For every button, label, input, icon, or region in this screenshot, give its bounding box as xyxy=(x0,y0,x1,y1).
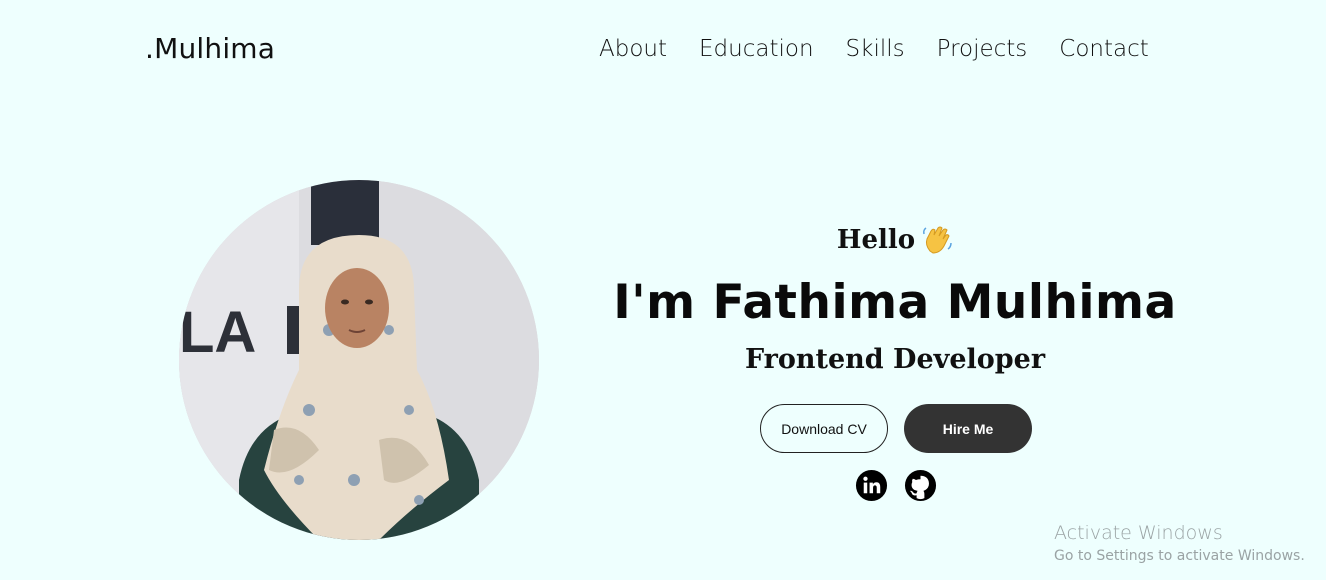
hero-section: Hello I'm Fathima Mulhima Frontend Devel… xyxy=(600,225,1190,375)
nav-contact[interactable]: Contact xyxy=(1059,36,1148,62)
download-cv-button[interactable]: Download CV xyxy=(760,404,888,453)
nav-skills[interactable]: Skills xyxy=(846,36,905,62)
brand-logo[interactable]: .Mulhima xyxy=(145,32,275,65)
waving-hand-icon xyxy=(923,226,952,254)
hire-me-button[interactable]: Hire Me xyxy=(904,404,1032,453)
hero-name: I'm Fathima Mulhima xyxy=(613,275,1177,330)
nav-projects[interactable]: Projects xyxy=(937,36,1028,62)
github-icon[interactable] xyxy=(904,469,937,502)
main-nav: About Education Skills Projects Contact xyxy=(599,36,1149,62)
watermark-subtitle: Go to Settings to activate Windows. xyxy=(1054,548,1305,564)
nav-about[interactable]: About xyxy=(599,36,667,62)
portfolio-page: .Mulhima About Education Skills Projects… xyxy=(0,0,1326,580)
social-links xyxy=(855,469,937,502)
profile-photo-illustration: LA xyxy=(179,180,539,540)
linkedin-icon[interactable] xyxy=(855,469,888,502)
greeting-text: Hello xyxy=(836,225,916,255)
profile-photo: LA xyxy=(179,180,539,540)
watermark-title: Activate Windows xyxy=(1054,522,1223,544)
hero-role: Frontend Developer xyxy=(744,344,1046,375)
windows-activation-watermark: Activate Windows Go to Settings to activ… xyxy=(1054,522,1305,564)
greeting: Hello xyxy=(837,225,953,255)
nav-education[interactable]: Education xyxy=(699,36,814,62)
svg-text:LA: LA xyxy=(179,300,256,365)
hero-buttons: Download CV Hire Me xyxy=(760,404,1032,453)
